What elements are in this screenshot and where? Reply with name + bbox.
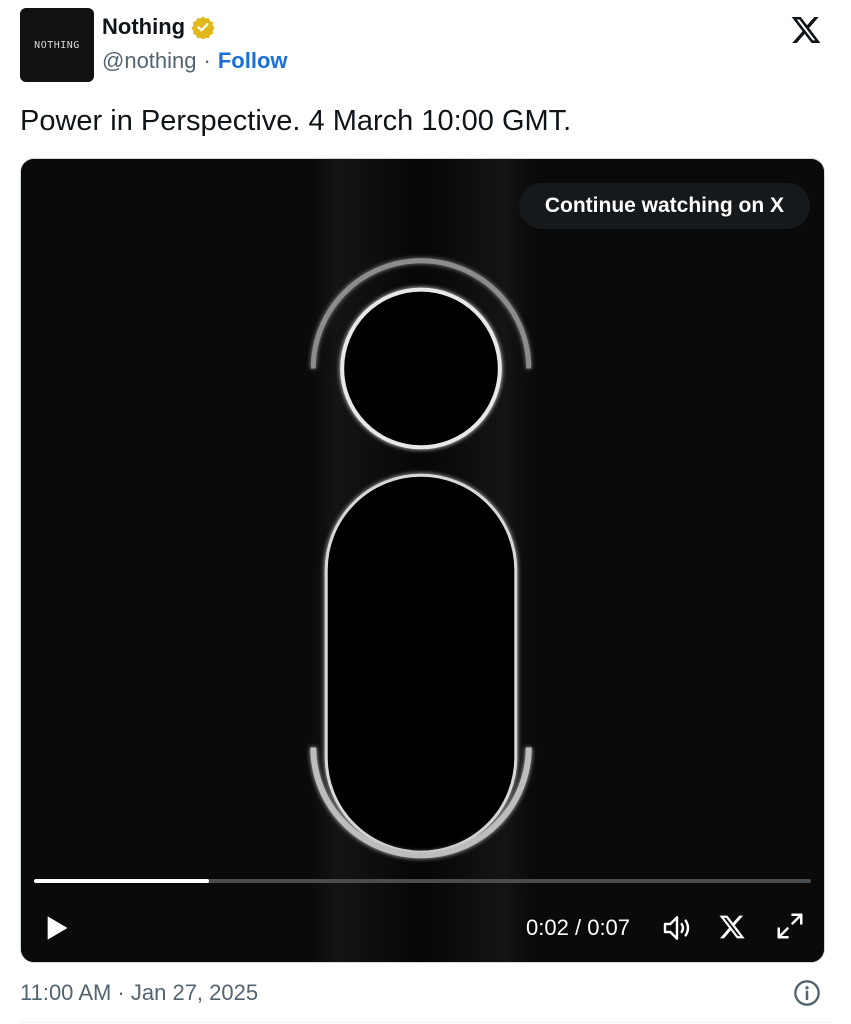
author-name[interactable]: Nothing [102, 14, 185, 40]
video-frame [21, 159, 824, 962]
separator-dot: · [203, 48, 211, 73]
avatar[interactable]: NOTHING [20, 8, 94, 82]
x-logo-icon[interactable] [718, 913, 746, 941]
divider [20, 1022, 831, 1023]
tweet-embed-card: NOTHING Nothing @nothing · Follow Power … [0, 0, 851, 1024]
continue-watching-button[interactable]: Continue watching on X [518, 183, 810, 229]
tweet-text: Power in Perspective. 4 March 10:00 GMT. [20, 105, 572, 137]
duration: 0:07 [587, 915, 631, 940]
author-handle-row: @nothing · Follow [102, 48, 288, 74]
follow-button[interactable]: Follow [218, 48, 288, 74]
fullscreen-icon[interactable] [775, 911, 805, 941]
video-player[interactable]: Continue watching on X 0:02 / 0:07 [20, 158, 825, 963]
current-time: 0:02 [526, 915, 569, 940]
author-handle[interactable]: @nothing [102, 48, 197, 74]
author-name-row: Nothing [102, 14, 215, 40]
avatar-text: NOTHING [34, 39, 80, 51]
info-icon[interactable] [793, 979, 821, 1007]
progress-bar[interactable] [34, 879, 811, 883]
x-logo-icon[interactable] [789, 14, 823, 46]
volume-icon[interactable] [661, 911, 693, 945]
tweet-timestamp[interactable]: 11:00 AM · Jan 27, 2025 [20, 980, 258, 1006]
video-time: 0:02 / 0:07 [526, 915, 630, 941]
time-separator: / [574, 915, 582, 940]
verified-badge-icon [191, 16, 215, 39]
progress-fill [34, 879, 209, 883]
play-icon[interactable] [43, 913, 71, 943]
